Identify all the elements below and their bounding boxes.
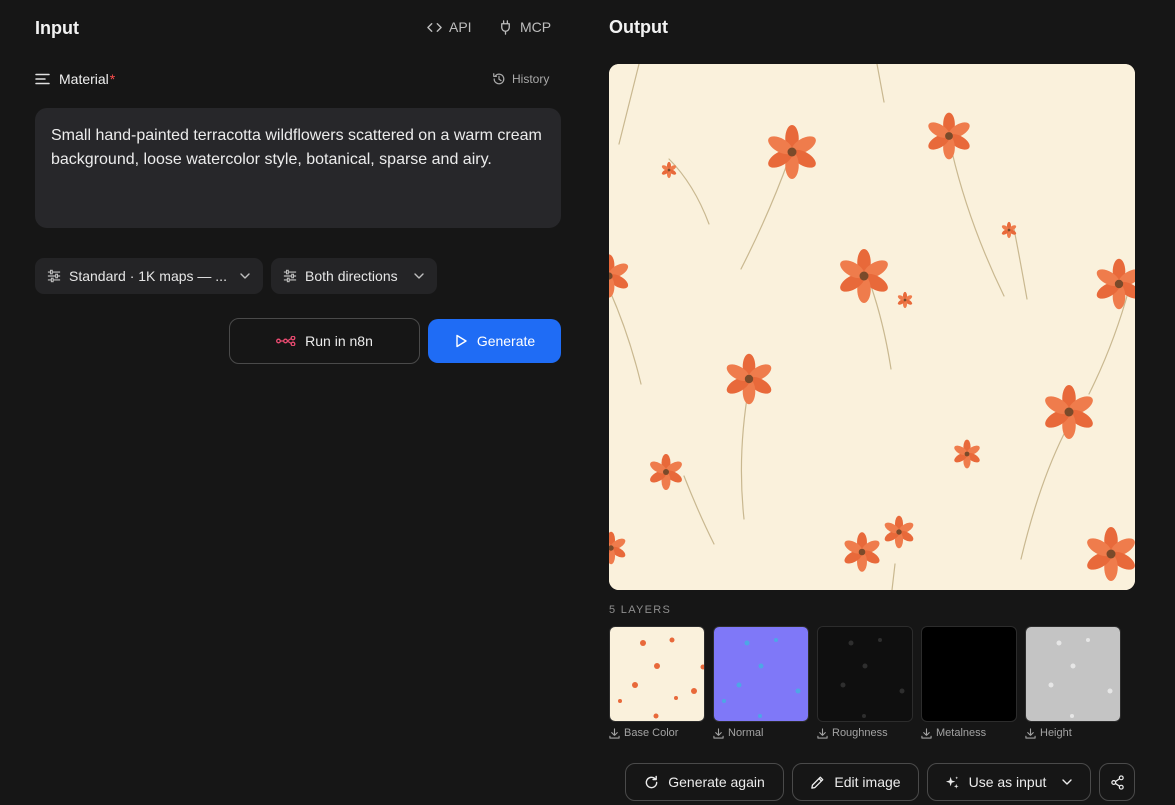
layer-label: Base Color bbox=[609, 727, 705, 739]
share-button[interactable] bbox=[1099, 763, 1135, 801]
edit-image-button[interactable]: Edit image bbox=[792, 763, 919, 801]
layer-label: Height bbox=[1025, 727, 1121, 739]
wildflower-texture-image bbox=[609, 64, 1135, 590]
sliders-icon bbox=[47, 269, 61, 283]
normal-map-thumbnail bbox=[714, 627, 808, 721]
layer-metalness[interactable]: Metalness bbox=[921, 626, 1017, 739]
api-link[interactable]: API bbox=[427, 19, 472, 35]
refresh-icon bbox=[645, 775, 658, 788]
layer-roughness[interactable]: Roughness bbox=[817, 626, 913, 739]
use-as-input-button[interactable]: Use as input bbox=[927, 763, 1091, 801]
sparkles-icon bbox=[945, 775, 959, 789]
layer-base-color[interactable]: Base Color bbox=[609, 626, 705, 739]
generate-again-label: Generate again bbox=[668, 774, 765, 790]
download-icon bbox=[1025, 727, 1036, 739]
layer-label-text: Base Color bbox=[624, 727, 679, 739]
edit-image-label: Edit image bbox=[834, 774, 901, 790]
metalness-map-thumbnail bbox=[921, 626, 1017, 722]
output-image[interactable] bbox=[609, 64, 1135, 590]
download-icon bbox=[817, 727, 828, 739]
chevron-down-icon bbox=[240, 273, 250, 279]
layer-label-text: Normal bbox=[728, 727, 764, 739]
layer-label: Normal bbox=[713, 727, 809, 739]
generate-label: Generate bbox=[476, 333, 536, 349]
output-title: Output bbox=[609, 17, 668, 37]
layer-thumbnail bbox=[1025, 626, 1121, 722]
input-title: Input bbox=[35, 18, 79, 38]
layer-label: Metalness bbox=[921, 727, 1017, 739]
layer-normal[interactable]: Normal bbox=[713, 626, 809, 739]
mcp-link[interactable]: MCP bbox=[498, 19, 551, 35]
layer-label-text: Metalness bbox=[936, 727, 987, 739]
height-map-thumbnail bbox=[1026, 627, 1120, 721]
quality-select[interactable]: Standard · 1K maps — ... bbox=[35, 258, 263, 294]
generate-again-button[interactable]: Generate again bbox=[625, 763, 784, 801]
sliders-icon bbox=[283, 269, 297, 283]
history-icon bbox=[493, 73, 505, 85]
download-icon bbox=[609, 727, 620, 739]
chevron-down-icon bbox=[414, 273, 424, 279]
text-lines-icon bbox=[35, 73, 50, 85]
chevron-down-icon bbox=[1062, 779, 1073, 785]
layer-thumbnail bbox=[817, 626, 913, 722]
run-in-n8n-button[interactable]: Run in n8n bbox=[229, 318, 420, 364]
layer-label-text: Height bbox=[1040, 727, 1072, 739]
download-icon bbox=[921, 727, 932, 739]
base-color-thumbnail bbox=[610, 627, 704, 721]
required-mark: * bbox=[109, 71, 116, 87]
generate-button[interactable]: Generate bbox=[428, 319, 561, 363]
pencil-icon bbox=[811, 776, 824, 789]
api-label: API bbox=[449, 19, 472, 35]
material-label-text: Material bbox=[59, 71, 109, 87]
run-in-n8n-label: Run in n8n bbox=[305, 333, 373, 349]
use-as-input-label: Use as input bbox=[968, 774, 1047, 790]
plug-icon bbox=[501, 19, 510, 35]
layer-thumbnail bbox=[609, 626, 705, 722]
share-icon bbox=[1110, 774, 1124, 790]
layer-label: Roughness bbox=[817, 727, 913, 739]
layer-height[interactable]: Height bbox=[1025, 626, 1121, 739]
code-icon bbox=[427, 22, 442, 32]
quality-select-value: Standard · 1K maps — ... bbox=[69, 268, 227, 284]
material-label: Material * bbox=[35, 71, 115, 87]
download-icon bbox=[713, 727, 724, 739]
tiling-select-value: Both directions bbox=[305, 268, 398, 284]
play-icon bbox=[456, 334, 467, 348]
material-prompt-input[interactable]: Small hand-painted terracotta wildflower… bbox=[35, 108, 561, 228]
tiling-select[interactable]: Both directions bbox=[271, 258, 437, 294]
history-button[interactable]: History bbox=[492, 72, 549, 86]
roughness-map-thumbnail bbox=[818, 627, 912, 721]
n8n-logo-icon bbox=[276, 336, 296, 346]
layer-label-text: Roughness bbox=[832, 727, 888, 739]
history-label: History bbox=[512, 72, 550, 86]
layer-thumbnail bbox=[713, 626, 809, 722]
mcp-label: MCP bbox=[520, 19, 552, 35]
layers-title: 5 LAYERS bbox=[609, 604, 672, 616]
